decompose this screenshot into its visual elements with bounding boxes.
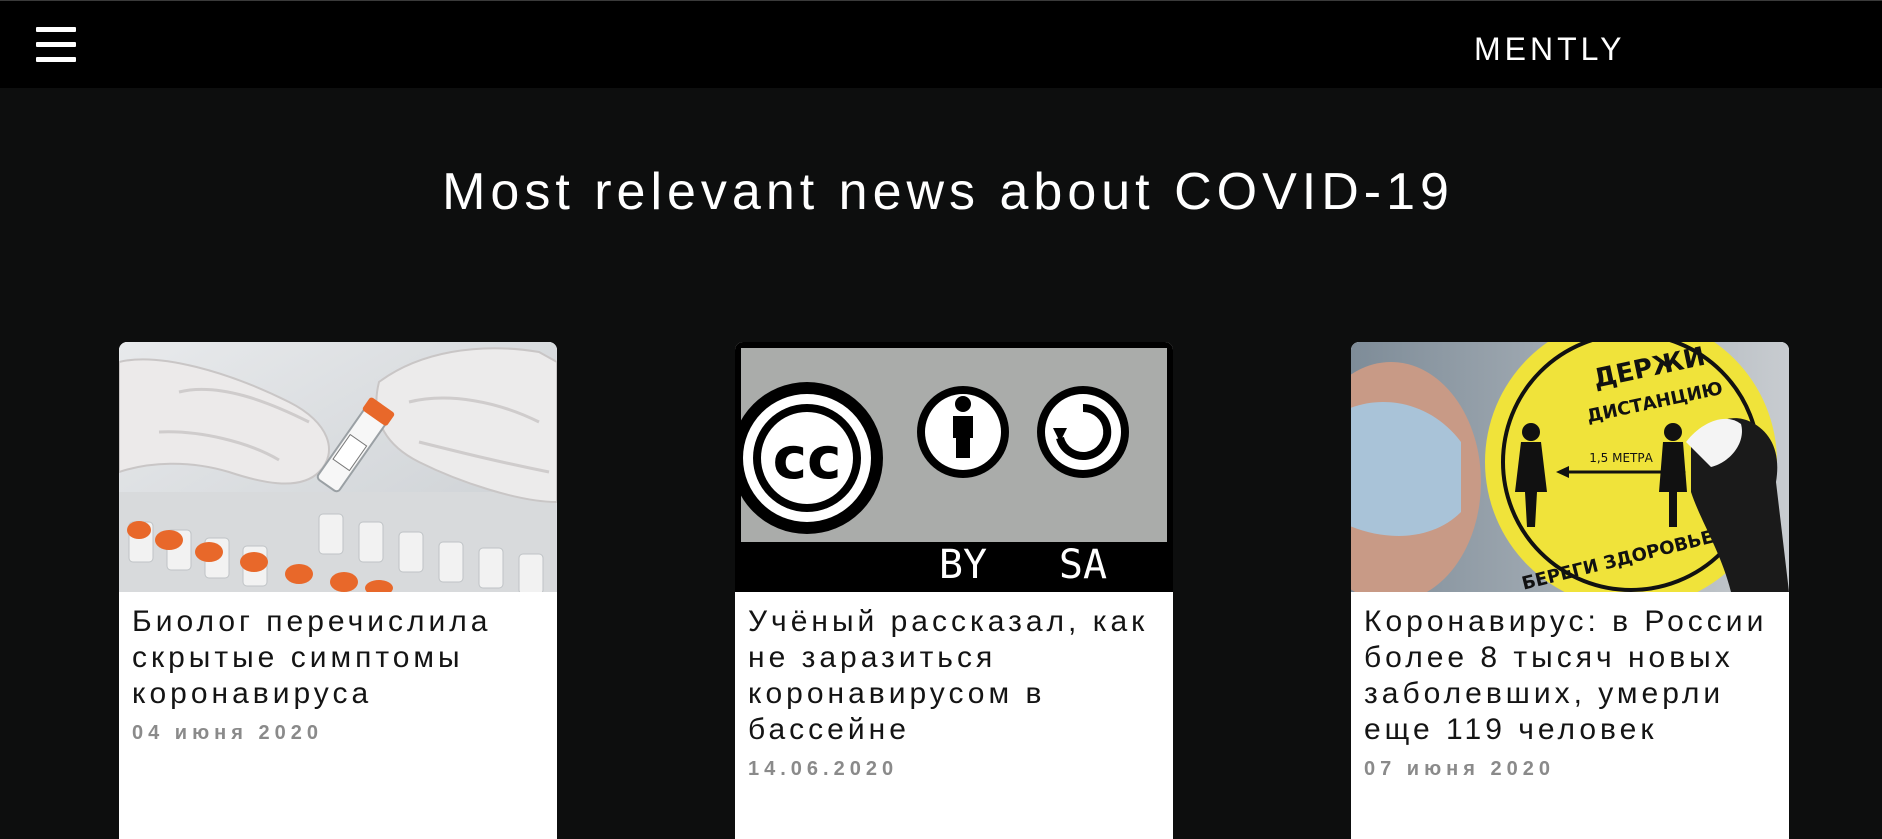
news-title[interactable]: Коронавирус: в России более 8 тысяч новы…: [1364, 604, 1777, 748]
menu-line: [36, 27, 76, 32]
page-title: Most relevant news about COVID-19: [442, 163, 1454, 221]
news-card[interactable]: Биолог перечислила скрытые симптомы коро…: [119, 342, 557, 839]
lab-vials-gloves-image: [119, 342, 557, 592]
news-card-body: Учёный рассказал, как не заразиться коро…: [735, 592, 1173, 781]
news-card-body: Коронавирус: в России более 8 тысяч новы…: [1351, 592, 1789, 781]
news-card[interactable]: cc BY SA Учёный рассказал, как не зарази…: [735, 342, 1173, 839]
menu-line: [36, 57, 76, 62]
svg-text:cc: cc: [773, 424, 842, 492]
hamburger-menu-icon[interactable]: [36, 25, 76, 65]
keep-distance-sign-image: ДЕРЖИ ДИСТАНЦИЮ 1,5 МЕТРА БЕРЕГИ ЗДОРОВЬ…: [1351, 342, 1789, 592]
news-card[interactable]: ДЕРЖИ ДИСТАНЦИЮ 1,5 МЕТРА БЕРЕГИ ЗДОРОВЬ…: [1351, 342, 1789, 839]
news-date: 14.06.2020: [748, 758, 899, 780]
sa-label: SA: [1059, 542, 1107, 588]
news-date: 07 июня 2020: [1364, 758, 1555, 780]
cc-by-sa-license-image: cc BY SA: [735, 342, 1173, 592]
by-label: BY: [939, 542, 987, 588]
news-image-cc-license[interactable]: cc BY SA: [735, 342, 1173, 592]
news-image-lab-vials[interactable]: [119, 342, 557, 592]
news-card-body: Биолог перечислила скрытые симптомы коро…: [119, 592, 557, 745]
news-title[interactable]: Учёный рассказал, как не заразиться коро…: [748, 604, 1161, 748]
brand-logo[interactable]: MENTLY: [1474, 31, 1625, 68]
menu-line: [36, 42, 76, 47]
svg-text:1,5 МЕТРА: 1,5 МЕТРА: [1589, 451, 1653, 465]
top-navigation-bar: MENTLY: [0, 0, 1882, 88]
news-date: 04 июня 2020: [132, 722, 323, 744]
news-image-distance-sign[interactable]: ДЕРЖИ ДИСТАНЦИЮ 1,5 МЕТРА БЕРЕГИ ЗДОРОВЬ…: [1351, 342, 1789, 592]
news-title[interactable]: Биолог перечислила скрытые симптомы коро…: [132, 604, 545, 712]
